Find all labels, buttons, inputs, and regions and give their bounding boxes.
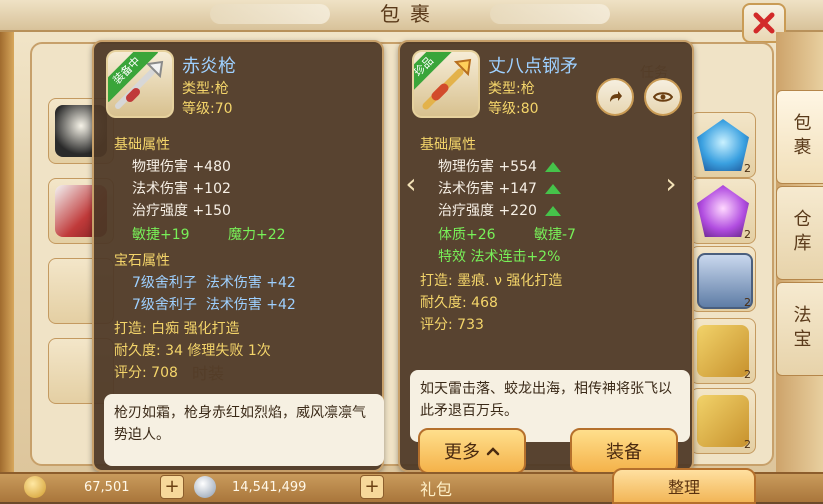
inventory-slot-crystal-blue[interactable]: 2 (690, 112, 756, 178)
inventory-slot-scroll[interactable]: 2 (690, 388, 756, 454)
left-frame (0, 0, 14, 500)
item-count: 2 (744, 438, 751, 451)
stat-row: 治疗强度 +220 (438, 200, 561, 220)
bonus-stat: 体质+26 (438, 227, 496, 243)
tab-bag[interactable]: 包裹 (776, 90, 823, 184)
title-decoration-right (490, 4, 610, 24)
stat-row: 物理伤害 +480 (132, 159, 231, 175)
stat-row: 治疗强度 +150 (132, 203, 231, 219)
coin-icon (24, 476, 46, 498)
item-count: 2 (744, 368, 751, 381)
gift-hint: 礼包 (420, 480, 453, 499)
stat-row: 物理伤害 +554 (438, 156, 561, 176)
more-button[interactable]: 更多 (418, 428, 526, 474)
tab-treasure-label: 法宝 (790, 305, 812, 353)
tab-bag-label: 包裹 (790, 113, 812, 161)
compare-item-panel: 珍品 丈八点钢矛 类型:枪 等级:80 基础属性 物理伤害 +554 法术伤害 … (398, 40, 694, 474)
compare-item-icon: 珍品 (412, 50, 480, 118)
eye-icon (653, 92, 673, 102)
item-type: 类型:枪 (182, 81, 229, 97)
sort-button[interactable]: 整理 (612, 468, 756, 504)
gem-row: 7级舍利子 法术伤害 +42 (132, 297, 296, 313)
chevron-up-icon (486, 447, 500, 456)
increase-arrow-icon (544, 206, 561, 216)
score-info: 评分: 708 (114, 365, 178, 381)
tab-warehouse-label: 仓库 (790, 209, 812, 257)
durability-info: 耐久度: 34 修理失败 1次 (114, 343, 271, 359)
base-attributes-title: 基础属性 (420, 137, 476, 153)
window-title: 包裹 (380, 2, 440, 26)
stat-row: 法术伤害 +147 (438, 178, 561, 198)
equip-button-label: 装备 (606, 442, 642, 463)
bonus-stat: 敏捷-7 (534, 227, 576, 243)
next-item-arrow[interactable]: › (662, 165, 680, 201)
more-button-label: 更多 (444, 442, 480, 463)
bonus-stat: 魔力+22 (228, 227, 286, 243)
share-button[interactable] (596, 78, 634, 116)
tab-treasure[interactable]: 法宝 (776, 282, 823, 376)
title-decoration-left (210, 4, 330, 24)
item-description: 枪刃如霜，枪身赤红如烈焰，威风凛凛气势迫人。 (104, 394, 384, 466)
add-silver-button[interactable]: + (360, 475, 384, 499)
item-type: 类型:枪 (488, 81, 535, 97)
item-name: 丈八点钢矛 (488, 56, 578, 77)
durability-info: 耐久度: 468 (420, 295, 498, 311)
item-count: 2 (744, 296, 751, 309)
prev-item-arrow[interactable]: ‹ (402, 165, 420, 201)
item-level: 等级:80 (488, 101, 539, 117)
add-coins-button[interactable]: + (160, 475, 184, 499)
inventory-slot-crystal-purple[interactable]: 2 (690, 178, 756, 244)
coins-value: 67,501 (84, 479, 130, 495)
share-icon (610, 91, 622, 102)
bonus-stat: 敏捷+19 (132, 227, 190, 243)
preview-button[interactable] (644, 78, 682, 116)
silver-display: 14,541,499 (194, 476, 306, 498)
silver-value: 14,541,499 (232, 479, 307, 495)
base-attributes-title: 基础属性 (114, 137, 170, 153)
inventory-slot-chest[interactable]: 2 (690, 246, 756, 312)
score-info: 评分: 733 (420, 317, 484, 333)
forge-info: 打造: 白痴 强化打造 (114, 321, 240, 337)
coins-display: 67,501 (24, 476, 130, 498)
inventory-slot-scroll[interactable]: 2 (690, 318, 756, 384)
close-icon (753, 12, 775, 34)
tab-warehouse[interactable]: 仓库 (776, 186, 823, 280)
gem-row: 7级舍利子 法术伤害 +42 (132, 275, 296, 291)
silver-icon (194, 476, 216, 498)
forge-info: 打造: 墨痕. ν 强化打造 (420, 273, 563, 289)
increase-arrow-icon (544, 184, 561, 194)
top-bar: 包裹 (0, 0, 823, 32)
gem-attributes-title: 宝石属性 (114, 253, 170, 269)
stat-row: 法术伤害 +102 (132, 181, 231, 197)
item-count: 2 (744, 162, 751, 175)
special-effect: 特效 法术连击+2% (438, 249, 561, 265)
item-level: 等级:70 (182, 101, 233, 117)
equipped-item-panel: 装备中 赤炎枪 类型:枪 等级:70 基础属性 物理伤害 +480 法术伤害 +… (92, 40, 384, 472)
item-count: 2 (744, 228, 751, 241)
increase-arrow-icon (544, 162, 561, 172)
equipped-item-icon: 装备中 (106, 50, 174, 118)
item-name: 赤炎枪 (182, 56, 236, 77)
